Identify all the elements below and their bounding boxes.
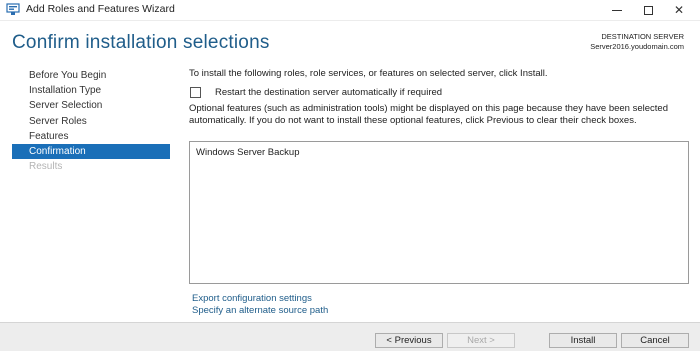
wizard-nav: Before You Begin Installation Type Serve… — [12, 68, 170, 174]
selected-features-list[interactable]: Windows Server Backup — [189, 141, 689, 284]
destination-server-info: DESTINATION SERVER Server2016.youdomain.… — [590, 32, 684, 52]
nav-item-results: Results — [29, 161, 63, 173]
export-configuration-link[interactable]: Export configuration settings — [192, 293, 312, 304]
optional-features-note: Optional features (such as administratio… — [189, 103, 668, 126]
list-item: Windows Server Backup — [196, 147, 300, 158]
restart-checkbox[interactable] — [190, 87, 201, 98]
intro-text: To install the following roles, role ser… — [189, 68, 548, 79]
nav-item-server-selection[interactable]: Server Selection — [12, 98, 170, 113]
page-title: Confirm installation selections — [12, 32, 270, 53]
maximize-icon — [643, 5, 653, 15]
minimize-icon — [612, 9, 622, 11]
destination-label: DESTINATION SERVER — [601, 32, 684, 41]
close-button[interactable]: ✕ — [664, 0, 694, 20]
nav-item-features[interactable]: Features — [12, 129, 170, 144]
cancel-button[interactable]: Cancel — [621, 333, 689, 348]
restart-option[interactable]: Restart the destination server automatic… — [190, 87, 442, 98]
maximize-button[interactable] — [633, 0, 663, 20]
nav-item-server-roles[interactable]: Server Roles — [12, 114, 170, 129]
close-icon: ✕ — [673, 3, 685, 17]
title-bar: Add Roles and Features Wizard ✕ — [0, 0, 700, 21]
window-title: Add Roles and Features Wizard — [26, 3, 175, 15]
server-manager-icon — [6, 3, 20, 16]
install-button[interactable]: Install — [549, 333, 617, 348]
next-button[interactable]: Next > — [447, 333, 515, 348]
restart-checkbox-label: Restart the destination server automatic… — [215, 87, 443, 98]
destination-server-name: Server2016.youdomain.com — [590, 42, 684, 51]
nav-item-installation-type[interactable]: Installation Type — [12, 83, 170, 98]
minimize-button[interactable] — [602, 0, 632, 20]
previous-button[interactable]: < Previous — [375, 333, 443, 348]
nav-item-before-you-begin[interactable]: Before You Begin — [12, 68, 170, 83]
alternate-source-path-link[interactable]: Specify an alternate source path — [192, 305, 328, 316]
nav-item-confirmation[interactable]: Confirmation — [12, 143, 170, 160]
